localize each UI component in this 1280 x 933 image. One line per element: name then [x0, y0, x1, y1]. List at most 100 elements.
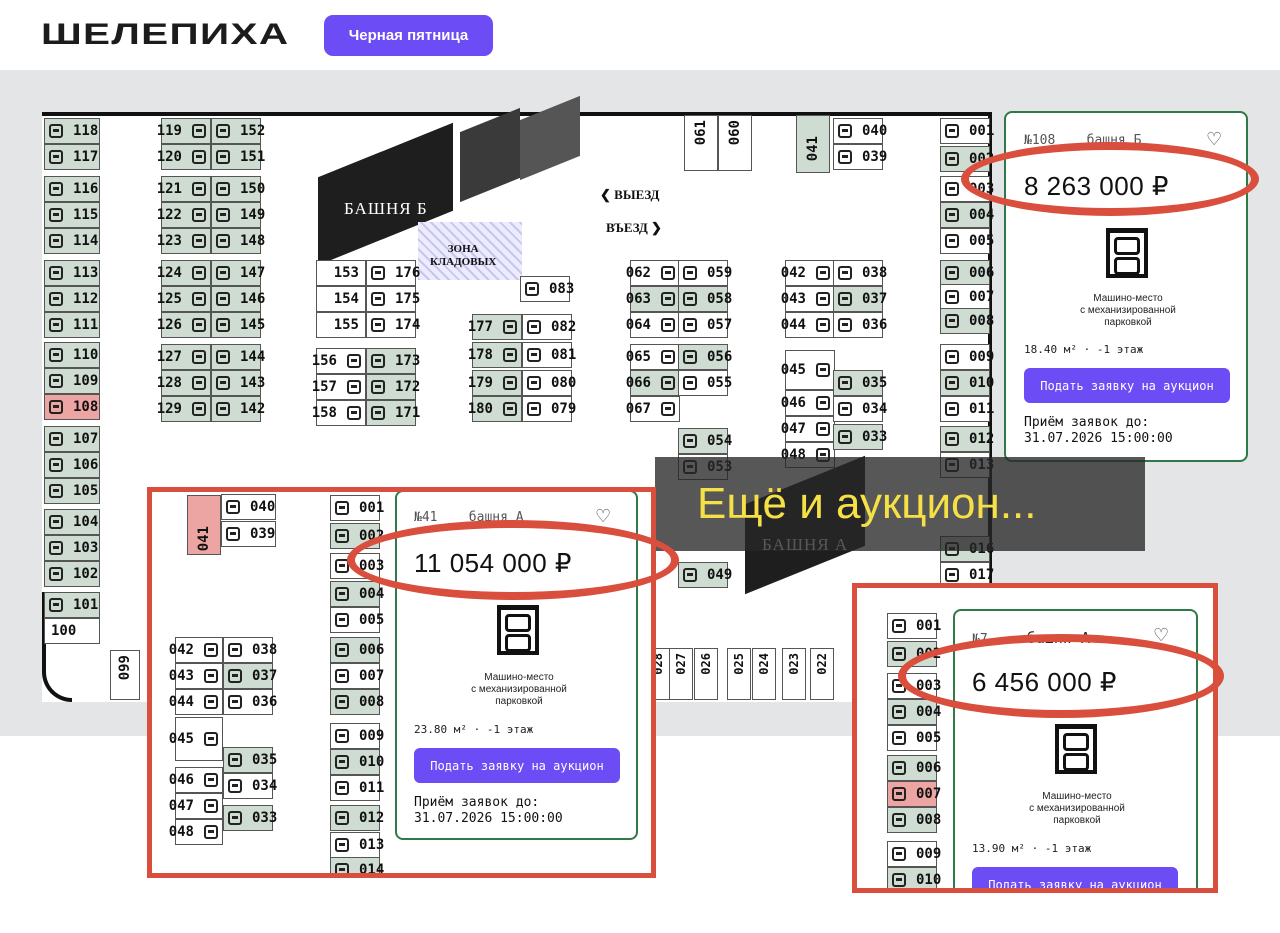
parking-spot[interactable]: 109 [44, 368, 100, 394]
parking-spot[interactable]: 119 [157, 118, 211, 144]
parking-spot[interactable]: 104 [44, 509, 100, 535]
parking-spot[interactable]: 082 [522, 314, 576, 340]
parking-spot[interactable]: 039 [833, 144, 887, 170]
parking-spot[interactable]: 101 [44, 592, 100, 618]
parking-spot[interactable]: 099 [110, 650, 140, 700]
parking-spot[interactable]: 120 [157, 144, 211, 170]
parking-spot[interactable]: 128 [157, 370, 211, 396]
parking-spot[interactable]: 066 [626, 370, 680, 396]
parking-spot[interactable]: 145 [211, 312, 265, 338]
parking-spot[interactable]: 040 [833, 118, 887, 144]
parking-spot[interactable]: 063 [626, 286, 680, 312]
parking-spot[interactable]: 123 [157, 228, 211, 254]
parking-spot[interactable]: 127 [157, 344, 211, 370]
parking-spot[interactable]: 027 [669, 648, 693, 700]
black-friday-button[interactable]: Черная пятница [324, 15, 493, 56]
parking-spot[interactable]: 009 [940, 344, 994, 370]
parking-spot[interactable]: 114 [44, 228, 100, 254]
parking-spot[interactable]: 115 [44, 202, 100, 228]
parking-spot[interactable]: 112 [44, 286, 100, 312]
parking-spot[interactable]: 117 [44, 144, 100, 170]
parking-spot[interactable]: 146 [211, 286, 265, 312]
parking-spot[interactable]: 035 [833, 370, 887, 396]
parking-spot[interactable]: 158 [312, 400, 366, 426]
parking-spot[interactable]: 142 [211, 396, 265, 422]
parking-spot[interactable]: 125 [157, 286, 211, 312]
parking-spot[interactable]: 007 [940, 284, 994, 310]
parking-spot[interactable]: 124 [157, 260, 211, 286]
parking-spot[interactable]: 122 [157, 202, 211, 228]
parking-spot[interactable]: 046 [781, 390, 835, 416]
parking-spot[interactable]: 110 [44, 342, 100, 368]
parking-spot[interactable]: 102 [44, 561, 100, 587]
parking-spot[interactable]: 033 [833, 424, 887, 450]
parking-spot[interactable]: 036 [833, 312, 887, 338]
parking-spot[interactable]: 149 [211, 202, 265, 228]
spot-061[interactable]: 061 [684, 115, 718, 171]
parking-spot[interactable]: 059 [678, 260, 732, 286]
parking-spot[interactable]: 079 [522, 396, 576, 422]
parking-spot[interactable]: 058 [678, 286, 732, 312]
parking-spot[interactable]: 038 [833, 260, 887, 286]
parking-spot[interactable]: 042 [781, 260, 835, 286]
site-logo[interactable]: ШЕЛЕПИХА [41, 18, 289, 52]
parking-spot[interactable]: 121 [157, 176, 211, 202]
parking-spot[interactable]: 049 [678, 562, 732, 588]
parking-spot[interactable]: 026 [694, 648, 718, 700]
spot-060[interactable]: 060 [718, 115, 752, 171]
parking-spot[interactable]: 047 [781, 416, 835, 442]
parking-spot[interactable]: 083 [520, 276, 574, 302]
parking-spot[interactable]: 179 [468, 370, 522, 396]
parking-spot[interactable]: 150 [211, 176, 265, 202]
parking-spot[interactable]: 055 [678, 370, 732, 396]
parking-spot[interactable]: 108 [44, 394, 100, 420]
parking-spot[interactable]: 107 [44, 426, 100, 452]
parking-spot[interactable]: 081 [522, 342, 576, 368]
parking-spot[interactable]: 173 [366, 348, 420, 374]
parking-spot[interactable]: 152 [211, 118, 265, 144]
parking-spot[interactable]: 065 [626, 344, 680, 370]
parking-spot[interactable]: 105 [44, 478, 100, 504]
parking-spot[interactable]: 151 [211, 144, 265, 170]
parking-spot[interactable]: 126 [157, 312, 211, 338]
parking-spot[interactable]: 006 [940, 260, 994, 286]
parking-spot[interactable]: 056 [678, 344, 732, 370]
spot-041[interactable]: 041 [796, 115, 830, 173]
parking-spot[interactable]: 172 [366, 374, 420, 400]
parking-spot[interactable]: 177 [468, 314, 522, 340]
parking-spot[interactable]: 116 [44, 176, 100, 202]
auction-apply-button[interactable]: Подать заявку на аукцион [1024, 368, 1230, 403]
parking-spot[interactable]: 062 [626, 260, 680, 286]
parking-spot[interactable]: 103 [44, 535, 100, 561]
favorite-heart-icon[interactable]: ♡ [1206, 129, 1222, 150]
parking-spot[interactable]: 113 [44, 260, 100, 286]
parking-spot[interactable]: 067 [626, 396, 680, 422]
parking-spot[interactable]: 045 [781, 350, 835, 390]
parking-spot[interactable]: 044 [781, 312, 835, 338]
parking-spot[interactable]: 054 [678, 428, 732, 454]
parking-spot[interactable]: 106 [44, 452, 100, 478]
parking-spot[interactable]: 129 [157, 396, 211, 422]
parking-spot[interactable]: 037 [833, 286, 887, 312]
parking-spot[interactable]: 080 [522, 370, 576, 396]
parking-spot[interactable]: 001 [940, 118, 994, 144]
parking-spot[interactable]: 057 [678, 312, 732, 338]
parking-spot[interactable]: 010 [940, 370, 994, 396]
parking-spot[interactable]: 043 [781, 286, 835, 312]
parking-spot[interactable]: 156 [312, 348, 366, 374]
parking-spot[interactable]: 064 [626, 312, 680, 338]
parking-spot[interactable]: 180 [468, 396, 522, 422]
parking-spot[interactable]: 143 [211, 370, 265, 396]
parking-spot[interactable]: 171 [366, 400, 420, 426]
parking-spot[interactable]: 011 [940, 396, 994, 422]
parking-spot[interactable]: 005 [940, 228, 994, 254]
parking-spot[interactable]: 118 [44, 118, 100, 144]
parking-spot[interactable]: 008 [940, 308, 994, 334]
parking-spot[interactable]: 147 [211, 260, 265, 286]
parking-spot[interactable]: 155 [316, 312, 366, 338]
parking-spot[interactable]: 153 [316, 260, 366, 286]
parking-spot[interactable]: 012 [940, 426, 994, 452]
parking-spot[interactable]: 100 [44, 618, 100, 644]
parking-spot[interactable]: 176 [366, 260, 420, 286]
parking-spot[interactable]: 034 [833, 396, 887, 422]
